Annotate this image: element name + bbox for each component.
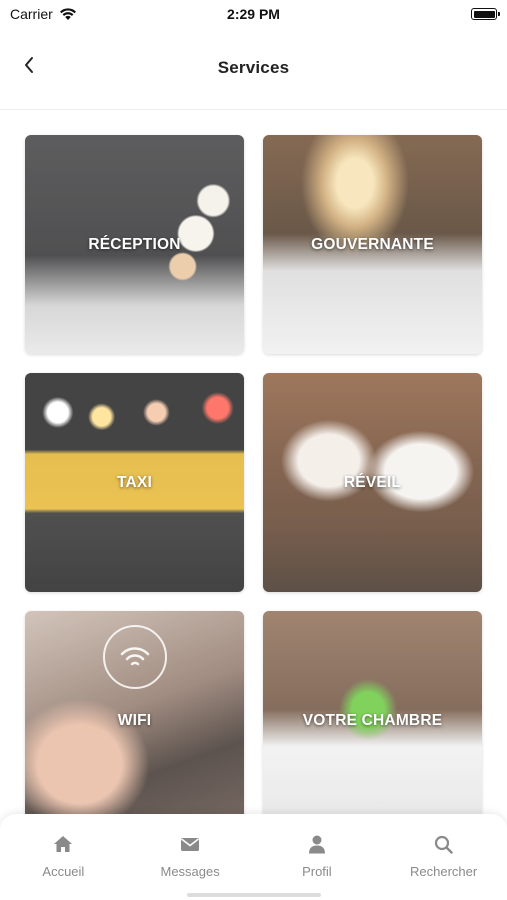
service-label: RÉCEPTION	[88, 235, 181, 253]
tab-label: Accueil	[42, 864, 85, 879]
page-title: Services	[217, 58, 290, 77]
tab-messages[interactable]: Messages	[127, 814, 254, 900]
home-indicator	[186, 893, 321, 897]
service-card-taxi[interactable]: TAXI	[25, 373, 244, 592]
bottom-tab-bar: Accueil Messages Profil Rechercher	[0, 814, 507, 900]
service-label: TAXI	[117, 473, 152, 491]
user-icon	[307, 834, 327, 854]
tab-accueil[interactable]: Accueil	[0, 814, 127, 900]
tab-label: Rechercher	[410, 864, 478, 879]
tab-rechercher[interactable]: Rechercher	[380, 814, 507, 900]
service-card-wifi[interactable]: WIFI	[25, 611, 244, 830]
battery-icon	[471, 8, 500, 20]
navigation-bar: Services	[0, 30, 507, 110]
service-card-gouvernante[interactable]: GOUVERNANTE	[263, 135, 482, 354]
service-card-reception[interactable]: RÉCEPTION	[25, 135, 244, 354]
status-bar: Carrier 2:29 PM	[0, 0, 507, 30]
envelope-icon	[180, 834, 200, 854]
home-icon	[53, 834, 73, 854]
service-card-votre-chambre[interactable]: VOTRE CHAMBRE	[263, 611, 482, 830]
service-label: RÉVEIL	[343, 473, 402, 491]
service-label: VOTRE CHAMBRE	[302, 711, 443, 729]
service-label: WIFI	[117, 711, 152, 729]
search-icon	[434, 834, 454, 854]
tab-profil[interactable]: Profil	[254, 814, 381, 900]
tab-label: Profil	[302, 864, 332, 879]
status-time: 2:29 PM	[227, 6, 280, 22]
tab-label: Messages	[160, 864, 220, 879]
service-card-reveil[interactable]: RÉVEIL	[263, 373, 482, 592]
service-label: GOUVERNANTE	[311, 235, 434, 253]
